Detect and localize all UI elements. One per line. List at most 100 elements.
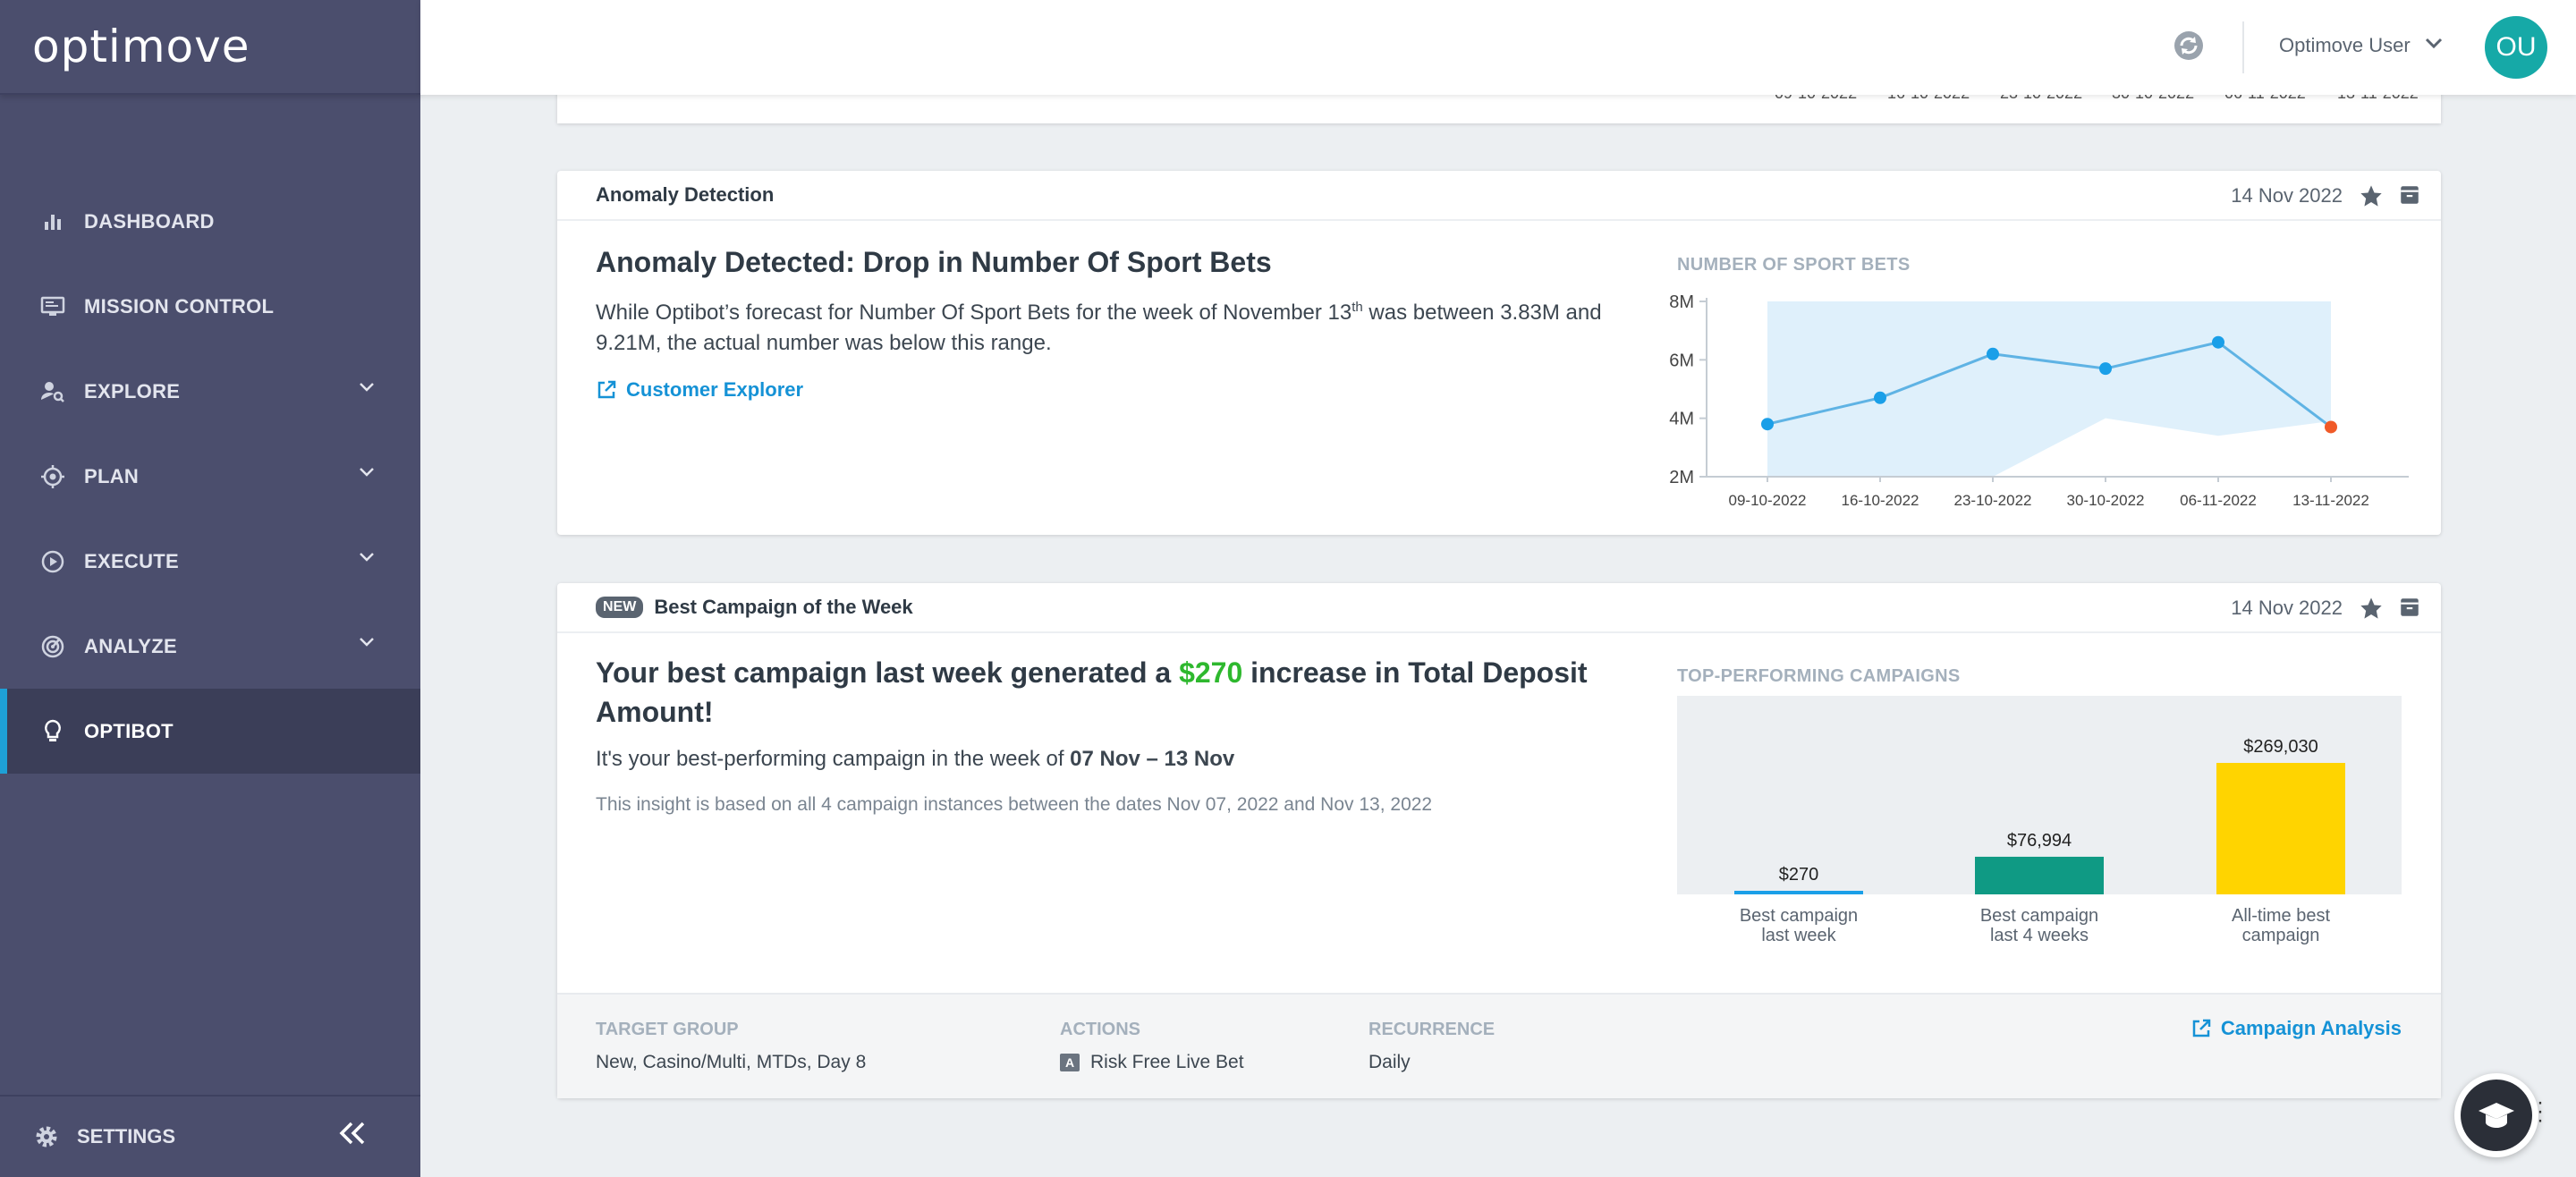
- sidebar-footer: SETTINGS: [0, 1095, 420, 1177]
- sport-bets-line-chart: 2M 4M 6M 8M 09-10-2022 16-10-2022 23-10-2022 30…: [1669, 292, 2409, 509]
- link-label: Campaign Analysis: [2220, 1017, 2402, 1039]
- card-header: NEW Best Campaign of the Week 14 Nov 202…: [557, 583, 2441, 633]
- sidebar-item-label: EXPLORE: [84, 379, 181, 402]
- actions-value: A Risk Free Live Bet: [1060, 1052, 1244, 1073]
- headline-text: Your best campaign last week generated a: [596, 656, 1180, 689]
- sidebar-item-optibot[interactable]: OPTIBOT: [0, 689, 420, 774]
- chart-title: TOP-PERFORMING CAMPAIGNS: [1677, 666, 1961, 686]
- insight-note: This insight is based on all 4 campaign …: [596, 794, 1433, 815]
- insight-description: It's your best-performing campaign in th…: [596, 744, 1234, 775]
- top-campaigns-bar-chart: $270Best campaignlast week$76,994Best ca…: [1734, 737, 2345, 945]
- bar: [1975, 856, 2104, 894]
- graduation-cap-icon: [2479, 1103, 2514, 1128]
- bar-value-label: $269,030: [2243, 737, 2318, 757]
- user-menu-name[interactable]: Optimove User: [2279, 34, 2411, 57]
- sidebar-item-label: MISSION CONTROL: [84, 294, 275, 318]
- settings-link[interactable]: SETTINGS: [77, 1125, 175, 1148]
- data-point: [2099, 362, 2112, 376]
- customer-explorer-link[interactable]: Customer Explorer: [596, 378, 803, 402]
- y-tick-label: 4M: [1669, 410, 1694, 429]
- sync-icon[interactable]: [2172, 29, 2206, 63]
- category-label: last 4 weeks: [1990, 926, 2089, 945]
- user-search-icon: [39, 378, 66, 405]
- monitor-icon: [39, 293, 66, 320]
- card-date: 14 Nov 2022: [2231, 184, 2343, 207]
- sidebar-item-label: DASHBOARD: [84, 209, 215, 233]
- action-badge: A: [1060, 1054, 1080, 1071]
- insight-description: While Optibot’s forecast for Number Of S…: [596, 292, 1615, 359]
- y-tick-label: 8M: [1669, 292, 1694, 312]
- week-range: 07 Nov – 13 Nov: [1070, 747, 1235, 771]
- campaign-analysis-link[interactable]: Campaign Analysis: [2190, 1017, 2402, 1040]
- chevron-down-icon: [360, 383, 374, 392]
- radar-icon: [39, 633, 66, 660]
- y-tick-label: 6M: [1669, 351, 1694, 370]
- recurrence-value: Daily: [1368, 1052, 1411, 1072]
- sidebar-item-analyze[interactable]: ANALYZE: [0, 604, 420, 689]
- bar-value-label: $76,994: [2007, 831, 2072, 851]
- chevron-down-icon[interactable]: [2424, 36, 2444, 50]
- top-header: Optimove User OU: [420, 0, 2576, 95]
- category-label: last week: [1761, 926, 1836, 945]
- category-label: All-time best: [2232, 906, 2330, 926]
- sidebar-item-explore[interactable]: EXPLORE: [0, 349, 420, 434]
- external-link-icon: [597, 380, 616, 399]
- forecast-band: [1767, 301, 2331, 477]
- archive-icon[interactable]: [2398, 596, 2421, 619]
- chevron-down-icon: [360, 638, 374, 647]
- x-tick-label: 13-11-2022: [2292, 492, 2369, 509]
- anomaly-detection-card: Anomaly Detection 14 Nov 2022 Anomaly De…: [557, 171, 2441, 535]
- play-circle-icon: [39, 548, 66, 575]
- collapse-sidebar-icon[interactable]: [336, 1120, 369, 1147]
- bar-chart-icon: [39, 208, 66, 235]
- best-campaign-card: NEW Best Campaign of the Week 14 Nov 202…: [557, 583, 2441, 1098]
- x-tick-label: 30-10-2022: [2067, 492, 2145, 509]
- sidebar-item-plan[interactable]: PLAN: [0, 434, 420, 519]
- x-tick-label: 16-10-2022: [1842, 492, 1919, 509]
- chart-title: NUMBER OF SPORT BETS: [1677, 255, 1911, 275]
- archive-icon[interactable]: [2398, 183, 2421, 207]
- category-label: Best campaign: [1980, 906, 2098, 926]
- bar: [2216, 763, 2345, 894]
- lightbulb-icon: [39, 718, 66, 745]
- help-academy-button[interactable]: [2454, 1073, 2538, 1157]
- description-superscript: th: [1352, 300, 1363, 315]
- optimove-logo[interactable]: optimove: [32, 21, 250, 72]
- sidebar-item-mission-control[interactable]: MISSION CONTROL: [0, 264, 420, 349]
- anomaly-point: [2325, 420, 2337, 434]
- target-icon: [39, 463, 66, 490]
- star-icon[interactable]: [2359, 183, 2384, 208]
- help-button-inner: [2461, 1080, 2532, 1151]
- new-badge: NEW: [596, 597, 644, 618]
- sidebar-item-label: PLAN: [84, 464, 140, 487]
- bar-value-label: $270: [1779, 865, 1819, 885]
- sidebar: optimove DASHBOARD MISSION CONTROL EXPLO…: [0, 0, 420, 1177]
- target-group-value: New, Casino/Multi, MTDs, Day 8: [596, 1052, 867, 1072]
- card-title: Best Campaign of the Week: [654, 596, 913, 618]
- card-date: 14 Nov 2022: [2231, 597, 2343, 619]
- sidebar-item-label: EXECUTE: [84, 549, 180, 572]
- category-label: Best campaign: [1740, 906, 1858, 926]
- more-options-icon[interactable]: · · ·: [2537, 1092, 2544, 1131]
- campaign-details-footer: TARGET GROUP New, Casino/Multi, MTDs, Da…: [557, 993, 2441, 1098]
- header-divider: [2242, 21, 2244, 73]
- logo-bar: optimove: [0, 0, 420, 95]
- data-point: [1874, 391, 1886, 404]
- recurrence-label: RECURRENCE: [1368, 1020, 1496, 1039]
- sidebar-item-dashboard[interactable]: DASHBOARD: [0, 179, 420, 264]
- x-tick-label: 23-10-2022: [1954, 492, 2032, 509]
- link-label: Customer Explorer: [626, 378, 804, 401]
- external-link-icon: [2192, 1019, 2211, 1037]
- description-text: While Optibot’s forecast for Number Of S…: [596, 301, 1352, 325]
- data-point: [1987, 347, 1999, 360]
- avatar[interactable]: OU: [2485, 16, 2547, 79]
- sidebar-nav: DASHBOARD MISSION CONTROL EXPLORE PLAN E…: [0, 179, 420, 774]
- star-icon[interactable]: [2359, 596, 2384, 621]
- action-name: Risk Free Live Bet: [1090, 1052, 1244, 1072]
- sidebar-item-label: OPTIBOT: [84, 719, 174, 742]
- description-text: It's your best-performing campaign in th…: [596, 747, 1071, 771]
- y-tick-label: 2M: [1669, 468, 1694, 487]
- category-label: campaign: [2242, 926, 2320, 945]
- bar: [1734, 891, 1863, 894]
- sidebar-item-execute[interactable]: EXECUTE: [0, 519, 420, 604]
